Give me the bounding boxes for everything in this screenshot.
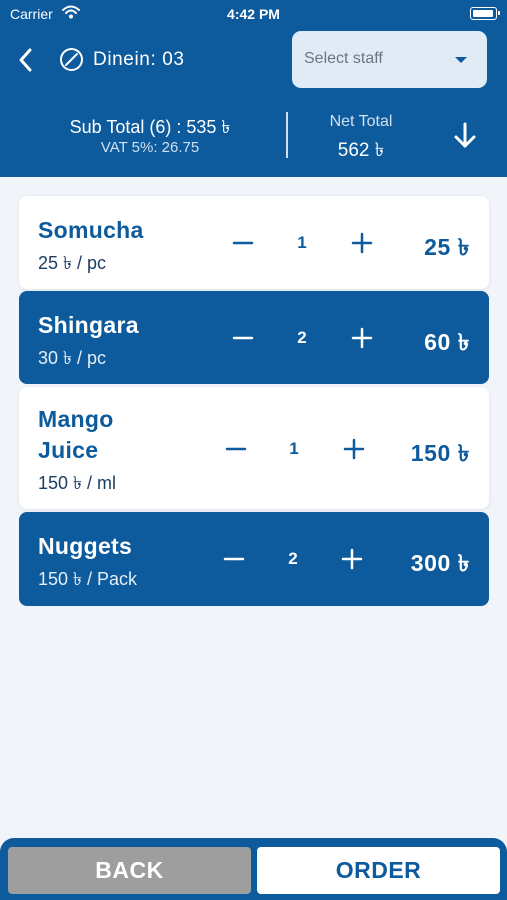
clock: 4:42 PM: [227, 6, 280, 22]
table-icon: [60, 48, 83, 71]
cart-item[interactable]: Mango Juice 150 ৳ / ml 1 150 ৳: [19, 387, 489, 509]
footer-bar: BACK ORDER: [0, 838, 507, 900]
item-total: 150 ৳: [410, 440, 470, 466]
divider: [286, 112, 288, 158]
plus-icon[interactable]: [335, 542, 369, 576]
minus-icon[interactable]: [226, 321, 260, 355]
minus-icon[interactable]: [226, 226, 260, 260]
cart-item[interactable]: Nuggets 150 ৳ / Pack 2 300 ৳: [19, 512, 489, 606]
vat-text: VAT 5%: 26.75: [100, 139, 200, 156]
net-total-label: Net Total: [329, 113, 393, 130]
quantity: 1: [297, 233, 307, 252]
item-name-line2: Juice: [38, 437, 99, 463]
cart-item[interactable]: Shingara 30 ৳ / pc 2 60 ৳: [19, 291, 489, 384]
back-icon[interactable]: [14, 46, 38, 74]
item-name-line1: Mango: [38, 406, 114, 432]
dine-in-label: Dinein: 03: [93, 49, 185, 70]
header: Carrier 4:42 PM Dinein: 03 Select staff …: [0, 0, 507, 177]
arrow-down-icon[interactable]: [451, 121, 479, 151]
battery-icon: [470, 7, 500, 20]
plus-icon[interactable]: [345, 226, 379, 260]
item-unit-price: 150 ৳ / ml: [38, 473, 116, 493]
quantity: 2: [288, 549, 298, 568]
quantity: 2: [297, 328, 307, 347]
item-unit-price: 25 ৳ / pc: [38, 253, 107, 273]
item-total: 60 ৳: [424, 329, 470, 355]
minus-icon[interactable]: [217, 542, 251, 576]
item-name: Shingara: [38, 312, 139, 338]
item-total: 300 ৳: [410, 550, 470, 576]
back-button[interactable]: BACK: [8, 847, 251, 894]
item-name: Somucha: [38, 217, 144, 243]
item-unit-price: 30 ৳ / pc: [38, 348, 107, 368]
staff-placeholder: Select staff: [304, 50, 383, 67]
item-name: Nuggets: [38, 533, 133, 559]
item-unit-price: 150 ৳ / Pack: [38, 569, 138, 589]
status-bar: Carrier 4:42 PM: [0, 0, 507, 28]
plus-icon[interactable]: [345, 321, 379, 355]
minus-icon[interactable]: [219, 432, 253, 466]
order-button[interactable]: ORDER: [257, 847, 500, 894]
cart-item[interactable]: Somucha 25 ৳ / pc 1 25 ৳: [19, 196, 489, 289]
caret-down-icon: [455, 57, 467, 63]
staff-select[interactable]: Select staff: [292, 31, 487, 88]
quantity: 1: [289, 439, 299, 458]
item-total: 25 ৳: [424, 234, 470, 260]
plus-icon[interactable]: [337, 432, 371, 466]
net-total-value: 562 ৳: [337, 140, 385, 161]
